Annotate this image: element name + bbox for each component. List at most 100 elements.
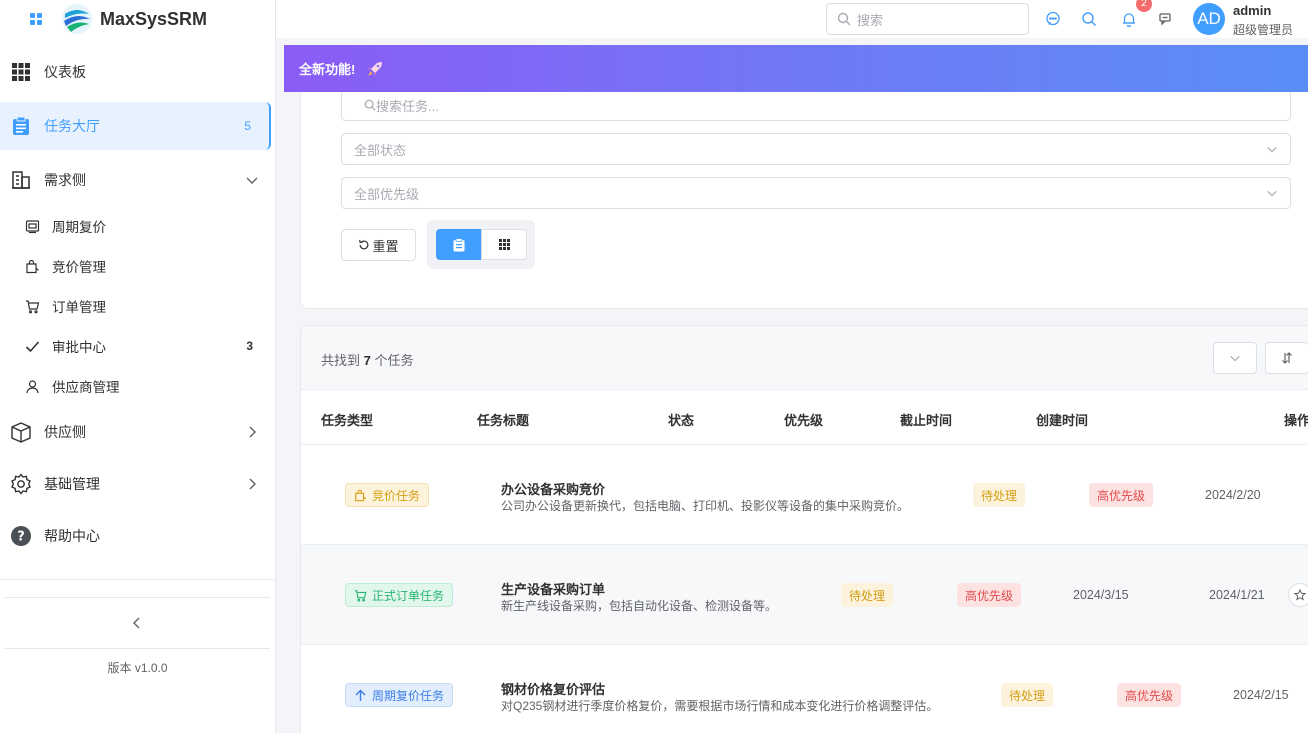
sidebar-item-help[interactable]: ? 帮助中心 — [0, 510, 275, 562]
search-icon — [364, 99, 376, 111]
sort-order-button[interactable] — [1265, 342, 1308, 374]
refresh-icon — [359, 239, 369, 250]
chat-icon[interactable] — [1045, 11, 1061, 27]
user-name[interactable]: admin — [1233, 3, 1271, 18]
priority-select-value: 全部优先级 — [354, 186, 420, 202]
global-search-input[interactable]: 搜索 — [826, 3, 1029, 35]
task-type-label: 竞价任务 — [372, 488, 421, 503]
grid-view-button[interactable] — [481, 229, 527, 260]
column-header[interactable]: 任务标题 — [477, 410, 529, 429]
task-count-badge: 5 — [244, 119, 251, 133]
count-prefix: 共找到 — [321, 353, 361, 368]
sidebar-item-label: 任务大厅 — [44, 118, 100, 134]
sidebar-item-label: 供应侧 — [44, 424, 86, 440]
sidebar-subitem-label: 订单管理 — [52, 300, 106, 315]
task-title[interactable]: 钢材价格复价评估 — [501, 679, 605, 698]
count-suffix: 个任务 — [374, 353, 414, 368]
cart-icon — [354, 589, 367, 602]
status-select[interactable]: 全部状态 — [341, 133, 1291, 165]
column-header[interactable]: 状态 — [668, 410, 694, 429]
task-title[interactable]: 生产设备采购订单 — [501, 579, 605, 598]
app-name: MaxSysSRM — [100, 8, 208, 29]
chevron-right-icon — [249, 426, 256, 438]
filter-card: 搜索任务... 全部状态 全部优先级 重置 — [300, 60, 1308, 309]
message-icon[interactable] — [1157, 11, 1173, 27]
task-search-input[interactable]: 搜索任务... — [341, 89, 1291, 121]
column-header[interactable]: 任务类型 — [321, 410, 373, 429]
sidebar-divider — [0, 579, 275, 580]
avatar[interactable]: AD — [1193, 3, 1225, 35]
sidebar-item-dashboard[interactable]: 仪表板 — [0, 46, 275, 98]
task-type-label: 周期复价任务 — [372, 688, 445, 703]
new-feature-banner[interactable]: 全新功能! — [284, 45, 1308, 92]
sidebar-item-label: 需求侧 — [44, 172, 86, 188]
bag-icon — [24, 258, 40, 274]
task-type-tag: 周期复价任务 — [345, 683, 454, 707]
priority-badge: 高优先级 — [1089, 483, 1154, 507]
table-row[interactable]: 竞价任务 办公设备采购竞价 公司办公设备更新换代，包括电脑、打印机、投影仪等设备… — [301, 445, 1308, 545]
task-description: 公司办公设备更新换代，包括电脑、打印机、投影仪等设备的集中采购竞价。 — [501, 499, 910, 513]
table-row[interactable]: 正式订单任务 生产设备采购订单 新生产线设备采购，包括自动化设备、检测设备等。 … — [301, 545, 1308, 645]
priority-select[interactable]: 全部优先级 — [341, 177, 1291, 209]
deadline-date: 2024/3/15 — [1073, 588, 1129, 602]
column-header[interactable]: 操作 — [1284, 410, 1308, 429]
task-type-label: 正式订单任务 — [372, 588, 445, 603]
result-count: 共找到 7 个任务 — [321, 350, 414, 369]
chevron-right-icon — [249, 478, 256, 490]
priority-badge: 高优先级 — [957, 583, 1022, 607]
search-icon[interactable] — [1081, 11, 1097, 27]
user-role: 超级管理员 — [1233, 23, 1294, 37]
column-header[interactable]: 创建时间 — [1036, 410, 1088, 429]
chevron-down-icon — [1230, 355, 1240, 362]
chevron-down-icon — [1267, 146, 1277, 153]
favorite-button[interactable] — [1288, 583, 1308, 607]
list-view-button[interactable] — [436, 229, 482, 260]
sidebar-subitem-cycle-pricing[interactable]: 周期复价 — [0, 206, 275, 246]
results-toolbar: 共找到 7 个任务 — [301, 326, 1308, 390]
apps-grid-icon[interactable] — [30, 13, 42, 25]
column-header[interactable]: 优先级 — [784, 410, 823, 429]
column-header[interactable]: 截止时间 — [900, 410, 952, 429]
sidebar-item-basic-management[interactable]: 基础管理 — [0, 458, 275, 510]
task-description: 对Q235钢材进行季度价格复价，需要根据市场行情和成本变化进行价格调整评估。 — [501, 699, 939, 713]
sidebar-subitem-label: 供应商管理 — [52, 380, 120, 395]
svg-text:?: ? — [17, 530, 25, 545]
clipboard-icon — [10, 115, 32, 137]
notification-badge: 2 — [1136, 0, 1152, 12]
help-icon: ? — [10, 525, 32, 547]
results-card: 共找到 7 个任务 任务类型 任务标题 状态 优先级 截止时间 创建时间 操作 … — [300, 325, 1308, 733]
task-description: 新生产线设备采购，包括自动化设备、检测设备等。 — [501, 599, 778, 613]
bell-icon[interactable] — [1121, 11, 1137, 27]
gear-icon — [10, 473, 32, 495]
collapse-sidebar-button[interactable] — [4, 597, 270, 649]
sidebar-item-task-hall[interactable]: 任务大厅 5 — [0, 102, 271, 150]
sidebar-item-label: 仪表板 — [44, 64, 86, 80]
search-icon — [837, 12, 851, 26]
task-title[interactable]: 办公设备采购竞价 — [501, 479, 605, 498]
chevron-left-icon — [133, 617, 140, 629]
reset-button[interactable]: 重置 — [341, 229, 416, 261]
table-row[interactable]: 周期复价任务 钢材价格复价评估 对Q235钢材进行季度价格复价，需要根据市场行情… — [301, 645, 1308, 733]
chevron-down-icon — [1267, 190, 1277, 197]
status-badge: 待处理 — [841, 583, 894, 607]
sidebar-item-label: 基础管理 — [44, 476, 100, 492]
created-date: 2024/1/21 — [1209, 588, 1265, 602]
search-placeholder: 搜索 — [857, 12, 884, 28]
sidebar: MaxSysSRM 仪表板 任务大厅 5 需求侧 周期复价 竞价管理 订单管理 … — [0, 0, 276, 733]
grid-icon — [10, 61, 32, 83]
sidebar-item-demand[interactable]: 需求侧 — [0, 154, 275, 206]
sidebar-item-supply[interactable]: 供应侧 — [0, 406, 275, 458]
sidebar-subitem-approval[interactable]: 审批中心 3 — [0, 326, 275, 366]
box-icon — [10, 421, 32, 443]
sidebar-subitem-suppliers[interactable]: 供应商管理 — [0, 366, 275, 406]
calendar-price-icon — [24, 218, 40, 234]
app-logo — [62, 4, 92, 34]
status-select-value: 全部状态 — [354, 142, 407, 158]
task-search-placeholder: 搜索任务... — [376, 98, 439, 114]
version-label: 版本 v1.0.0 — [107, 661, 168, 675]
side-menu: 仪表板 任务大厅 5 需求侧 周期复价 竞价管理 订单管理 审批中心 3 供应商… — [0, 46, 275, 562]
sidebar-subitem-orders[interactable]: 订单管理 — [0, 286, 275, 326]
check-icon — [24, 338, 40, 354]
sidebar-subitem-bidding[interactable]: 竞价管理 — [0, 246, 275, 286]
sort-field-select[interactable] — [1213, 342, 1257, 374]
